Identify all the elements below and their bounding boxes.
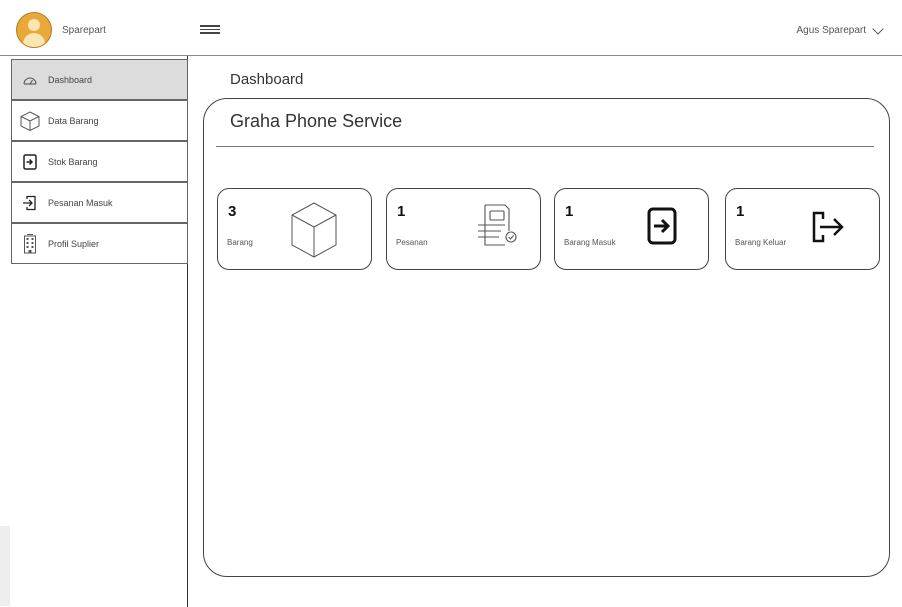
brand-avatar (16, 12, 52, 48)
card-label: Pesanan (396, 238, 428, 247)
sidebar-item-dashboard[interactable]: Dashboard (11, 59, 188, 100)
sidebar-edge-shade (0, 526, 10, 606)
top-bar: Sparepart Agus Sparepart (0, 0, 902, 56)
sidebar-item-label: Pesanan Masuk (48, 197, 113, 208)
card-count: 3 (228, 203, 237, 220)
card-count: 1 (397, 203, 406, 220)
sidebar-item-label: Data Barang (48, 115, 99, 126)
divider (216, 146, 874, 147)
panel-title: Graha Phone Service (230, 111, 403, 131)
card-count: 1 (565, 203, 574, 220)
card-label: Barang Keluar (735, 238, 787, 247)
card-label: Barang (227, 238, 253, 247)
box-icon (290, 201, 338, 264)
menu-toggle-icon[interactable] (200, 25, 220, 34)
user-name: Agus Sparepart (796, 25, 867, 36)
card-count: 1 (736, 203, 745, 220)
sidebar: Dashboard Data Barang Stok Barang Pesana… (0, 56, 188, 607)
card-barang[interactable]: 3 Barang (217, 188, 372, 270)
card-barang-keluar[interactable]: 1 Barang Keluar (725, 188, 880, 270)
chevron-down-icon (872, 22, 884, 35)
exit-arrow-icon (812, 211, 846, 248)
sidebar-item-label: Profil Suplier (48, 238, 100, 249)
sidebar-item-stok-barang[interactable]: Stok Barang (11, 141, 188, 182)
brand-name: Sparepart (62, 25, 106, 36)
building-icon (12, 233, 48, 254)
box-icon (12, 110, 48, 132)
stock-in-icon (12, 153, 48, 170)
sign-in-arrow-icon (12, 195, 48, 211)
card-pesanan[interactable]: 1 Pesanan (386, 188, 541, 270)
page-title: Dashboard (230, 71, 304, 88)
dashboard-gauge-icon (12, 75, 48, 85)
sidebar-item-label: Stok Barang (48, 156, 98, 167)
user-menu[interactable]: Agus Sparepart (796, 22, 884, 36)
sidebar-item-pesanan-masuk[interactable]: Pesanan Masuk (11, 182, 188, 223)
sidebar-item-profil-suplier[interactable]: Profil Suplier (11, 223, 188, 264)
card-barang-masuk[interactable]: 1 Barang Masuk (554, 188, 709, 270)
order-document-icon (475, 203, 519, 254)
dashboard-panel: Graha Phone Service 3 Barang 1 Pesanan 1… (203, 98, 890, 577)
sidebar-item-data-barang[interactable]: Data Barang (11, 100, 188, 141)
card-label: Barang Masuk (564, 238, 616, 247)
sidebar-item-label: Dashboard (48, 74, 93, 85)
file-import-icon (647, 207, 677, 250)
